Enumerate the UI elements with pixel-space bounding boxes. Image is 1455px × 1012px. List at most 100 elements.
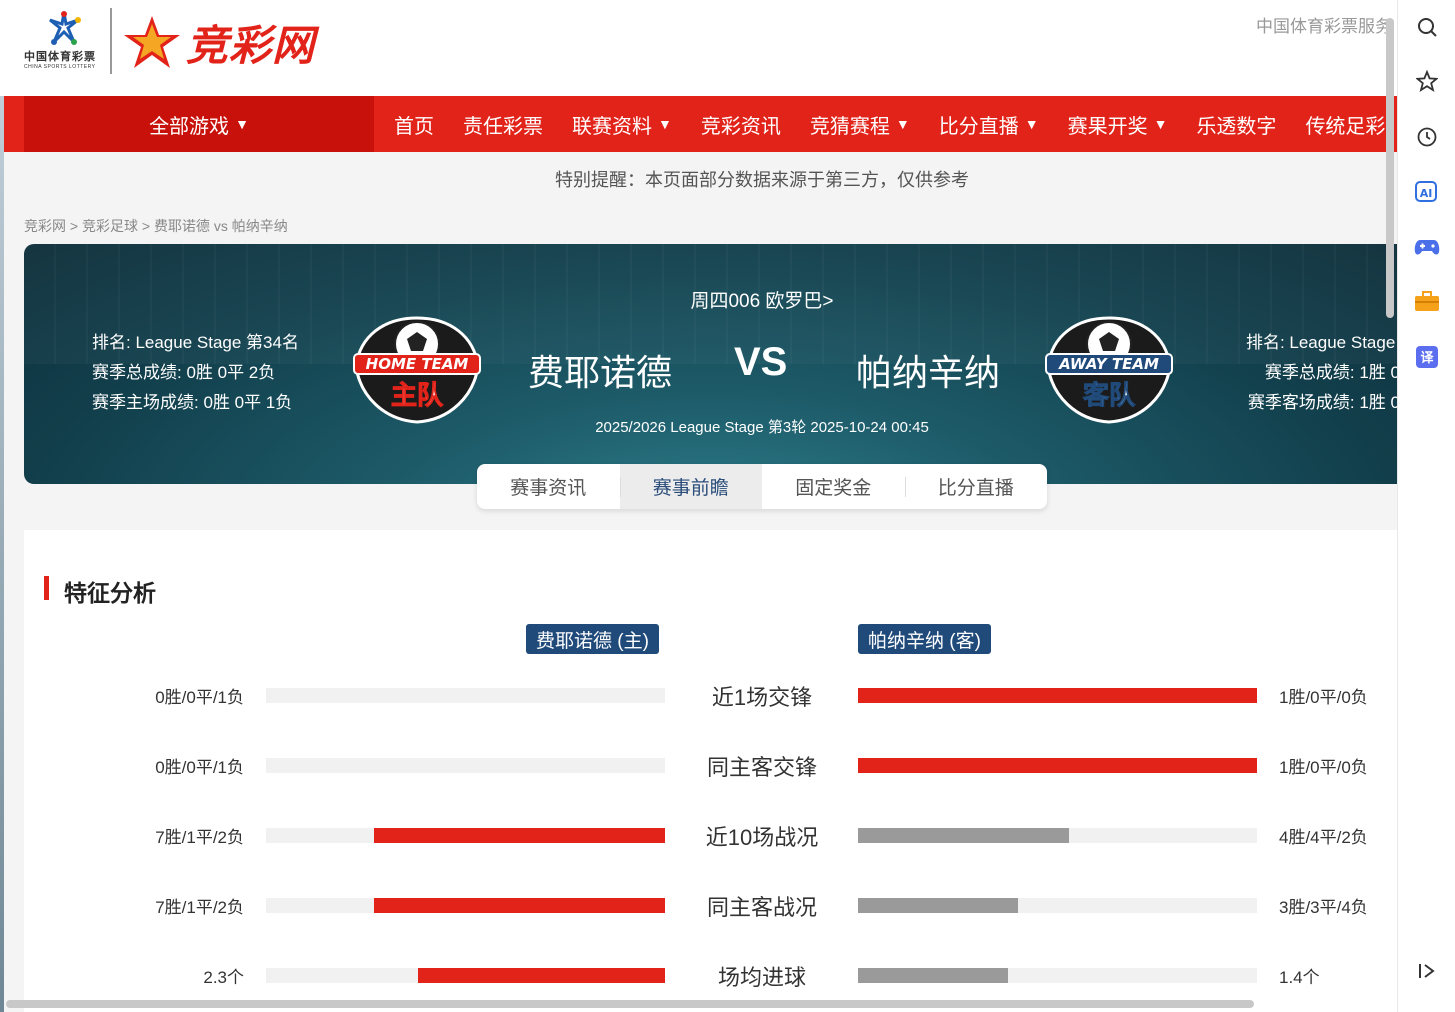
home-feature-bar bbox=[266, 898, 665, 913]
all-games-menu[interactable]: 全部游戏 ▼ bbox=[24, 96, 374, 152]
away-team-name[interactable]: 帕纳辛纳 bbox=[856, 344, 1000, 396]
feature-row: 2.3个 场均进球 1.4个 bbox=[24, 960, 1397, 990]
nav-item-label: 乐透数字 bbox=[1196, 115, 1277, 138]
logo-divider bbox=[110, 8, 112, 74]
away-feature-bar-fill bbox=[858, 758, 1257, 773]
star-icon[interactable] bbox=[1414, 68, 1440, 94]
nav-item-label: 责任彩票 bbox=[463, 115, 543, 138]
breadcrumb-separator: > bbox=[141, 218, 151, 234]
section-title: 特征分析 bbox=[44, 574, 156, 608]
home-feature-value: 0胜/0平/1负 bbox=[155, 758, 244, 777]
match-tabs: 赛事资讯 赛事前瞻 固定奖金 比分直播 bbox=[477, 464, 1047, 509]
match-league-link[interactable]: 周四006 欧罗巴> bbox=[24, 286, 1397, 313]
away-feature-value: 3胜/3平/4负 bbox=[1279, 898, 1368, 917]
tab-item[interactable]: 赛事资讯 bbox=[477, 464, 620, 509]
home-feature-value: 0胜/0平/1负 bbox=[155, 688, 244, 707]
nav-item[interactable]: 赛果开奖 ▼ bbox=[1068, 96, 1168, 152]
jingcai-logo[interactable]: 竞彩网 bbox=[122, 14, 315, 70]
game-icon[interactable] bbox=[1414, 234, 1440, 260]
breadcrumb-item[interactable]: 竞彩网 bbox=[24, 218, 66, 234]
home-feature-value: 7胜/1平/2负 bbox=[155, 828, 244, 847]
brand-name: 竞彩网 bbox=[186, 21, 316, 69]
home-team-badge-icon: HOME TEAM 主队 bbox=[353, 316, 481, 424]
home-feature-bar bbox=[266, 828, 665, 843]
away-team-badge-icon: AWAY TEAM 客队 bbox=[1045, 316, 1173, 424]
feature-label: 近10场战况 bbox=[705, 825, 819, 850]
vs-label: VS bbox=[734, 340, 788, 384]
feature-row: 7胜/1平/2负 近10场战况 4胜/4平/2负 bbox=[24, 820, 1397, 850]
home-feature-value: 7胜/1平/2负 bbox=[155, 898, 244, 917]
vertical-scrollbar[interactable] bbox=[1386, 18, 1394, 318]
home-rank: 排名: League Stage 第34名 bbox=[92, 333, 299, 352]
away-feature-bar bbox=[858, 828, 1257, 843]
away-away-record: 赛季客场成绩: 1胜 0平 bbox=[1247, 393, 1397, 412]
nav-item-label: 联赛资料 bbox=[572, 115, 652, 138]
breadcrumb-item[interactable]: 竞彩足球 bbox=[82, 218, 138, 234]
away-rank: 排名: League Stage 第 bbox=[1245, 333, 1397, 352]
all-games-label: 全部游戏 bbox=[149, 115, 230, 138]
home-season-record: 赛季总成绩: 0胜 0平 2负 bbox=[92, 363, 276, 382]
lottery-logo-en: CHINA SPORTS LOTTERY bbox=[24, 64, 96, 70]
home-team-name[interactable]: 费耶诺德 bbox=[528, 344, 672, 396]
translate-icon[interactable]: 译 bbox=[1414, 344, 1440, 370]
nav-item-label: 竞猜赛程 bbox=[809, 115, 890, 138]
nav-item[interactable]: 传统足彩 bbox=[1305, 96, 1385, 152]
home-badge-top: HOME TEAM bbox=[366, 355, 469, 373]
tab-item[interactable]: 固定奖金 bbox=[762, 464, 905, 509]
away-feature-bar-fill bbox=[858, 688, 1257, 703]
nav-item-label: 传统足彩 bbox=[1305, 115, 1386, 138]
away-season-record: 赛季总成绩: 1胜 0平 bbox=[1264, 363, 1397, 382]
breadcrumb-separator: > bbox=[69, 218, 79, 234]
main-nav: 全部游戏 ▼ 首页 责任彩票 联赛资料 ▼ 竞彩资讯 竞猜赛程 ▼ 比分直播 ▼ 赛果开奖 ▼ 乐透数… bbox=[4, 96, 1397, 152]
horizontal-scrollbar[interactable] bbox=[6, 1000, 1254, 1008]
away-feature-bar bbox=[858, 898, 1257, 913]
home-team-tag: 费耶诺德 (主) bbox=[526, 624, 659, 654]
feature-row: 0胜/0平/1负 同主客交锋 1胜/0平/0负 bbox=[24, 750, 1397, 780]
home-feature-bar-fill bbox=[374, 898, 665, 913]
collapse-icon[interactable] bbox=[1414, 958, 1440, 984]
away-badge-top: AWAY TEAM bbox=[1058, 355, 1159, 373]
svg-text:译: 译 bbox=[1420, 351, 1434, 366]
breadcrumb: 竞彩网 > 竞彩足球 > 费耶诺德 vs 帕纳辛纳 bbox=[24, 216, 288, 236]
nav-item[interactable]: 乐透数字 bbox=[1196, 96, 1276, 152]
nav-item[interactable]: 首页 bbox=[394, 96, 434, 152]
away-team-stats: 排名: League Stage 第 赛季总成绩: 1胜 0平 赛季客场成绩: … bbox=[1246, 328, 1397, 418]
nav-item-label: 首页 bbox=[394, 115, 434, 138]
home-feature-bar-fill bbox=[418, 968, 665, 983]
match-banner: 周四006 欧罗巴> 排名: League Stage 第34名 赛季总成绩: … bbox=[24, 244, 1397, 484]
search-icon[interactable] bbox=[1414, 14, 1440, 40]
home-feature-value: 2.3个 bbox=[203, 968, 244, 987]
nav-item[interactable]: 责任彩票 bbox=[463, 96, 543, 152]
nav-item[interactable]: 竞彩资讯 bbox=[701, 96, 781, 152]
tab-item[interactable]: 比分直播 bbox=[904, 464, 1048, 509]
nav-item[interactable]: 比分直播 ▼ bbox=[939, 96, 1039, 152]
feature-row: 7胜/1平/2负 同主客战况 3胜/3平/4负 bbox=[24, 890, 1397, 920]
site-header: 中国体育彩票 CHINA SPORTS LOTTERY 竞彩网 中国体育彩票服务 bbox=[0, 0, 1397, 96]
brand-star-icon bbox=[124, 16, 180, 68]
feature-label: 同主客交锋 bbox=[706, 755, 817, 780]
tab-item[interactable]: 赛事前瞻 bbox=[619, 464, 762, 509]
away-feature-value: 1胜/0平/0负 bbox=[1279, 758, 1368, 777]
feature-row: 0胜/0平/1负 近1场交锋 1胜/0平/0负 bbox=[24, 680, 1397, 710]
home-feature-bar bbox=[266, 968, 665, 983]
lottery-star-icon bbox=[49, 11, 81, 45]
chevron-down-icon: ▼ bbox=[895, 116, 910, 132]
svg-text:AI: AI bbox=[1420, 187, 1433, 200]
nav-item[interactable]: 联赛资料 ▼ bbox=[572, 96, 672, 152]
feature-label: 近1场交锋 bbox=[711, 685, 813, 710]
history-icon[interactable] bbox=[1414, 124, 1440, 150]
chevron-down-icon: ▼ bbox=[1024, 116, 1039, 132]
toolbox-icon[interactable] bbox=[1414, 288, 1440, 314]
home-feature-bar bbox=[266, 758, 665, 773]
feature-analysis-panel: 特征分析 费耶诺德 (主) 帕纳辛纳 (客) 0胜/0平/1负 近1场交锋 1胜/0… bbox=[24, 530, 1397, 1012]
away-feature-value: 1胜/0平/0负 bbox=[1279, 688, 1368, 707]
china-sports-lottery-logo[interactable]: 中国体育彩票 CHINA SPORTS LOTTERY bbox=[22, 10, 106, 72]
nav-item-label: 竞彩资讯 bbox=[700, 115, 781, 138]
ai-icon[interactable]: AI bbox=[1414, 178, 1440, 204]
away-feature-bar bbox=[858, 758, 1257, 773]
away-feature-value: 1.4个 bbox=[1279, 968, 1320, 987]
service-link[interactable]: 中国体育彩票服务 bbox=[1256, 12, 1392, 37]
nav-item[interactable]: 竞猜赛程 ▼ bbox=[810, 96, 910, 152]
away-badge-bottom: 客队 bbox=[1083, 380, 1136, 411]
chevron-down-icon: ▼ bbox=[235, 116, 249, 132]
